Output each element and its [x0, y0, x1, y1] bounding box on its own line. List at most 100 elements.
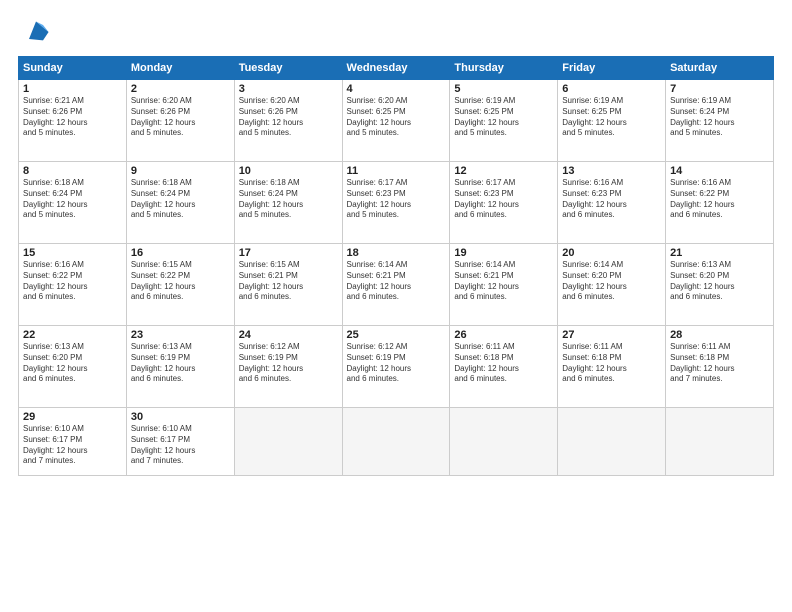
day-number: 14 [670, 165, 769, 177]
day-info: Sunrise: 6:12 AM Sunset: 6:19 PM Dayligh… [239, 342, 338, 385]
day-number: 23 [131, 329, 230, 341]
calendar-cell: 14Sunrise: 6:16 AM Sunset: 6:22 PM Dayli… [666, 162, 774, 244]
day-number: 28 [670, 329, 769, 341]
day-number: 6 [562, 83, 661, 95]
col-header-tuesday: Tuesday [234, 57, 342, 80]
day-info: Sunrise: 6:10 AM Sunset: 6:17 PM Dayligh… [23, 424, 122, 467]
calendar-cell: 11Sunrise: 6:17 AM Sunset: 6:23 PM Dayli… [342, 162, 450, 244]
col-header-wednesday: Wednesday [342, 57, 450, 80]
day-number: 29 [23, 411, 122, 423]
calendar-cell: 5Sunrise: 6:19 AM Sunset: 6:25 PM Daylig… [450, 80, 558, 162]
day-number: 30 [131, 411, 230, 423]
day-number: 18 [347, 247, 446, 259]
day-number: 26 [454, 329, 553, 341]
day-info: Sunrise: 6:19 AM Sunset: 6:24 PM Dayligh… [670, 96, 769, 139]
day-number: 12 [454, 165, 553, 177]
calendar-cell: 1Sunrise: 6:21 AM Sunset: 6:26 PM Daylig… [19, 80, 127, 162]
day-number: 13 [562, 165, 661, 177]
col-header-monday: Monday [126, 57, 234, 80]
day-info: Sunrise: 6:16 AM Sunset: 6:22 PM Dayligh… [23, 260, 122, 303]
day-info: Sunrise: 6:19 AM Sunset: 6:25 PM Dayligh… [454, 96, 553, 139]
day-info: Sunrise: 6:18 AM Sunset: 6:24 PM Dayligh… [23, 178, 122, 221]
calendar-cell: 18Sunrise: 6:14 AM Sunset: 6:21 PM Dayli… [342, 244, 450, 326]
day-number: 21 [670, 247, 769, 259]
day-number: 5 [454, 83, 553, 95]
day-info: Sunrise: 6:13 AM Sunset: 6:19 PM Dayligh… [131, 342, 230, 385]
calendar-cell: 17Sunrise: 6:15 AM Sunset: 6:21 PM Dayli… [234, 244, 342, 326]
day-info: Sunrise: 6:20 AM Sunset: 6:25 PM Dayligh… [347, 96, 446, 139]
day-number: 10 [239, 165, 338, 177]
calendar-cell: 8Sunrise: 6:18 AM Sunset: 6:24 PM Daylig… [19, 162, 127, 244]
calendar-cell: 28Sunrise: 6:11 AM Sunset: 6:18 PM Dayli… [666, 326, 774, 408]
day-number: 16 [131, 247, 230, 259]
calendar-cell [342, 408, 450, 476]
calendar-cell [666, 408, 774, 476]
day-info: Sunrise: 6:21 AM Sunset: 6:26 PM Dayligh… [23, 96, 122, 139]
day-info: Sunrise: 6:15 AM Sunset: 6:21 PM Dayligh… [239, 260, 338, 303]
logo [18, 18, 50, 46]
calendar-cell: 30Sunrise: 6:10 AM Sunset: 6:17 PM Dayli… [126, 408, 234, 476]
day-info: Sunrise: 6:14 AM Sunset: 6:21 PM Dayligh… [454, 260, 553, 303]
day-info: Sunrise: 6:17 AM Sunset: 6:23 PM Dayligh… [454, 178, 553, 221]
day-number: 11 [347, 165, 446, 177]
day-number: 9 [131, 165, 230, 177]
day-info: Sunrise: 6:16 AM Sunset: 6:23 PM Dayligh… [562, 178, 661, 221]
calendar-cell: 16Sunrise: 6:15 AM Sunset: 6:22 PM Dayli… [126, 244, 234, 326]
calendar-cell [234, 408, 342, 476]
day-info: Sunrise: 6:11 AM Sunset: 6:18 PM Dayligh… [454, 342, 553, 385]
day-info: Sunrise: 6:17 AM Sunset: 6:23 PM Dayligh… [347, 178, 446, 221]
calendar-cell: 15Sunrise: 6:16 AM Sunset: 6:22 PM Dayli… [19, 244, 127, 326]
calendar-cell: 6Sunrise: 6:19 AM Sunset: 6:25 PM Daylig… [558, 80, 666, 162]
day-info: Sunrise: 6:15 AM Sunset: 6:22 PM Dayligh… [131, 260, 230, 303]
calendar-cell: 10Sunrise: 6:18 AM Sunset: 6:24 PM Dayli… [234, 162, 342, 244]
calendar-cell: 9Sunrise: 6:18 AM Sunset: 6:24 PM Daylig… [126, 162, 234, 244]
col-header-saturday: Saturday [666, 57, 774, 80]
day-info: Sunrise: 6:10 AM Sunset: 6:17 PM Dayligh… [131, 424, 230, 467]
calendar-cell: 3Sunrise: 6:20 AM Sunset: 6:26 PM Daylig… [234, 80, 342, 162]
day-info: Sunrise: 6:18 AM Sunset: 6:24 PM Dayligh… [239, 178, 338, 221]
day-number: 3 [239, 83, 338, 95]
day-info: Sunrise: 6:20 AM Sunset: 6:26 PM Dayligh… [131, 96, 230, 139]
calendar-cell [558, 408, 666, 476]
day-info: Sunrise: 6:11 AM Sunset: 6:18 PM Dayligh… [670, 342, 769, 385]
calendar-cell: 24Sunrise: 6:12 AM Sunset: 6:19 PM Dayli… [234, 326, 342, 408]
day-info: Sunrise: 6:20 AM Sunset: 6:26 PM Dayligh… [239, 96, 338, 139]
calendar-cell: 21Sunrise: 6:13 AM Sunset: 6:20 PM Dayli… [666, 244, 774, 326]
day-number: 19 [454, 247, 553, 259]
calendar-cell: 25Sunrise: 6:12 AM Sunset: 6:19 PM Dayli… [342, 326, 450, 408]
day-number: 20 [562, 247, 661, 259]
calendar-cell: 20Sunrise: 6:14 AM Sunset: 6:20 PM Dayli… [558, 244, 666, 326]
calendar-cell: 13Sunrise: 6:16 AM Sunset: 6:23 PM Dayli… [558, 162, 666, 244]
calendar-cell: 22Sunrise: 6:13 AM Sunset: 6:20 PM Dayli… [19, 326, 127, 408]
day-number: 22 [23, 329, 122, 341]
day-number: 8 [23, 165, 122, 177]
day-info: Sunrise: 6:14 AM Sunset: 6:20 PM Dayligh… [562, 260, 661, 303]
day-info: Sunrise: 6:16 AM Sunset: 6:22 PM Dayligh… [670, 178, 769, 221]
calendar-cell: 7Sunrise: 6:19 AM Sunset: 6:24 PM Daylig… [666, 80, 774, 162]
logo-icon [22, 18, 50, 46]
day-info: Sunrise: 6:18 AM Sunset: 6:24 PM Dayligh… [131, 178, 230, 221]
calendar-cell [450, 408, 558, 476]
day-number: 1 [23, 83, 122, 95]
day-number: 2 [131, 83, 230, 95]
calendar-cell: 12Sunrise: 6:17 AM Sunset: 6:23 PM Dayli… [450, 162, 558, 244]
calendar-cell: 23Sunrise: 6:13 AM Sunset: 6:19 PM Dayli… [126, 326, 234, 408]
col-header-thursday: Thursday [450, 57, 558, 80]
col-header-friday: Friday [558, 57, 666, 80]
day-number: 17 [239, 247, 338, 259]
calendar-cell: 2Sunrise: 6:20 AM Sunset: 6:26 PM Daylig… [126, 80, 234, 162]
calendar-cell: 27Sunrise: 6:11 AM Sunset: 6:18 PM Dayli… [558, 326, 666, 408]
day-number: 25 [347, 329, 446, 341]
day-number: 27 [562, 329, 661, 341]
calendar-cell: 19Sunrise: 6:14 AM Sunset: 6:21 PM Dayli… [450, 244, 558, 326]
day-info: Sunrise: 6:13 AM Sunset: 6:20 PM Dayligh… [670, 260, 769, 303]
calendar-cell: 29Sunrise: 6:10 AM Sunset: 6:17 PM Dayli… [19, 408, 127, 476]
calendar-cell: 26Sunrise: 6:11 AM Sunset: 6:18 PM Dayli… [450, 326, 558, 408]
calendar-table: SundayMondayTuesdayWednesdayThursdayFrid… [18, 56, 774, 476]
day-number: 24 [239, 329, 338, 341]
col-header-sunday: Sunday [19, 57, 127, 80]
day-info: Sunrise: 6:19 AM Sunset: 6:25 PM Dayligh… [562, 96, 661, 139]
day-number: 7 [670, 83, 769, 95]
day-info: Sunrise: 6:11 AM Sunset: 6:18 PM Dayligh… [562, 342, 661, 385]
day-number: 15 [23, 247, 122, 259]
